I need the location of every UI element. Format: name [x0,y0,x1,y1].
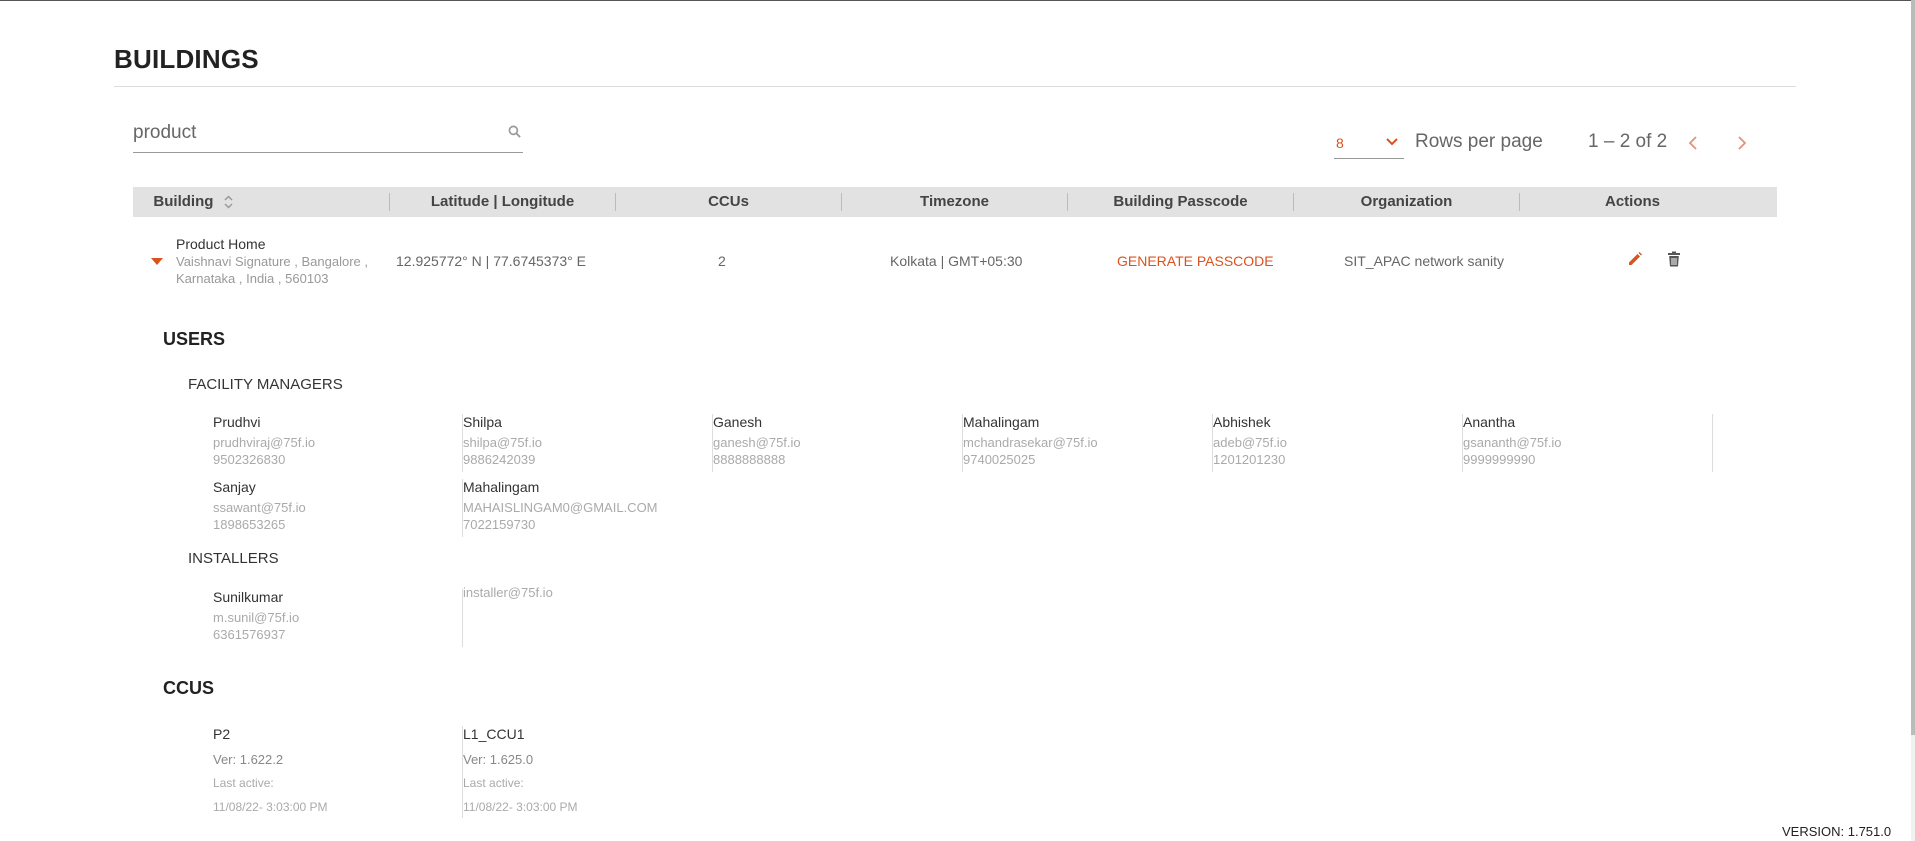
app-version: VERSION: 1.751.0 [1782,824,1892,839]
building-coords: 12.925772° N | 77.6745373° E [396,253,586,269]
user-email: prudhviraj@75f.io [213,435,316,450]
building-ccu-count: 2 [718,253,726,269]
installer-card: Sunilkumar m.sunil@75f.io 6361576937 [213,589,463,647]
user-email: mchandrasekar@75f.io [963,435,1098,450]
user-phone: 1201201230 [1213,452,1286,467]
chevron-left-icon[interactable] [1685,133,1701,153]
user-phone: 9502326830 [213,452,286,467]
user-email: MAHAISLINGAM0@GMAIL.COM [463,500,658,515]
ccu-card: P2 Ver: 1.622.2 Last active: 11/08/22- 3… [213,726,463,818]
facility-managers-heading: FACILITY MANAGERS [188,376,343,393]
users-heading: USERS [163,329,226,349]
ccu-last-active-label: Last active: [213,776,274,790]
user-email: ganesh@75f.io [713,435,801,450]
search-box [133,118,523,153]
user-email: shilpa@75f.io [463,435,542,450]
generate-passcode-button[interactable]: GENERATE PASSCODE [1117,253,1274,269]
user-card: Anantha gsananth@75f.io 9999999990 [1463,414,1713,472]
search-icon[interactable] [508,125,521,138]
chevron-right-icon[interactable] [1734,133,1750,153]
search-input[interactable] [133,118,483,148]
user-phone: 8888888888 [713,452,786,467]
installers-heading: INSTALLERS [188,550,279,567]
user-name: Sanjay [213,479,256,495]
header-passcode: Building Passcode [1113,193,1248,210]
user-name: Prudhvi [213,414,261,430]
header-building-label: Building [153,193,214,210]
scrollbar-thumb[interactable] [1911,0,1915,735]
user-email: gsananth@75f.io [1463,435,1562,450]
ccu-version: Ver: 1.622.2 [213,752,284,767]
ccu-name: P2 [213,726,231,742]
ccu-last-active: 11/08/22- 3:03:00 PM [213,800,328,814]
user-phone: 9740025025 [963,452,1036,467]
ccu-name: L1_CCU1 [463,726,525,742]
table-header: Building Latitude | Longitude CCUs Timez… [133,187,1777,217]
user-name: Shilpa [463,414,502,430]
user-card: Mahalingam MAHAISLINGAM0@GMAIL.COM 70221… [463,479,713,537]
top-border [0,0,1915,1]
sort-icon[interactable] [224,195,233,209]
installer-card: installer@75f.io [463,585,713,643]
scrollbar-track[interactable] [1911,0,1915,841]
header-organization: Organization [1360,193,1453,210]
pagination-range: 1 – 2 of 2 [1588,131,1668,152]
user-name: Abhishek [1213,414,1271,430]
user-email: adeb@75f.io [1213,435,1287,450]
header-building[interactable]: Building [133,187,253,217]
installer-name: Sunilkumar [213,589,284,605]
pencil-icon[interactable] [1627,251,1643,267]
user-name: Anantha [1463,414,1516,430]
user-card: Mahalingam mchandrasekar@75f.io 97400250… [963,414,1213,472]
caret-down-icon[interactable] [151,258,163,265]
user-card: Prudhvi prudhviraj@75f.io 9502326830 [213,414,463,472]
ccu-card: L1_CCU1 Ver: 1.625.0 Last active: 11/08/… [463,726,713,818]
user-name: Mahalingam [963,414,1040,430]
user-card: Abhishek adeb@75f.io 1201201230 [1213,414,1463,472]
header-ccus: CCUs [708,193,749,210]
user-card: Sanjay ssawant@75f.io 1898653265 [213,479,463,537]
user-phone: 1898653265 [213,517,286,532]
building-address: Vaishnavi Signature , Bangalore , Karnat… [176,254,368,286]
rows-per-page-value: 8 [1336,135,1344,151]
ccus-heading: CCUS [163,678,215,698]
user-phone: 9886242039 [463,452,536,467]
card-divider [1712,414,1713,472]
chevron-down-icon [1386,138,1398,146]
user-card: Shilpa shilpa@75f.io 9886242039 [463,414,713,472]
header-actions: Actions [1604,193,1660,210]
user-name: Ganesh [713,414,763,430]
page-title: BUILDINGS [114,44,259,74]
user-email: ssawant@75f.io [213,500,306,515]
installer-phone: 6361576937 [213,627,286,642]
building-timezone: Kolkata | GMT+05:30 [890,253,1023,269]
building-name: Product Home [176,236,266,252]
title-divider [114,86,1796,87]
header-lat-long: Latitude | Longitude [430,193,575,210]
ccu-last-active: 11/08/22- 3:03:00 PM [463,800,578,814]
header-timezone: Timezone [920,193,989,210]
ccu-last-active-label: Last active: [463,776,524,790]
trash-icon[interactable] [1667,251,1681,267]
user-phone: 7022159730 [463,517,536,532]
user-phone: 9999999990 [1463,452,1536,467]
rows-per-page-select[interactable]: 8 [1334,128,1404,159]
user-card: Ganesh ganesh@75f.io 8888888888 [713,414,963,472]
building-organization: SIT_APAC network sanity [1344,253,1505,269]
ccu-version: Ver: 1.625.0 [463,752,534,767]
user-name: Mahalingam [463,479,540,495]
rows-per-page-label: Rows per page [1415,131,1543,152]
installer-email: m.sunil@75f.io [213,610,300,625]
installer-email: installer@75f.io [463,585,553,600]
